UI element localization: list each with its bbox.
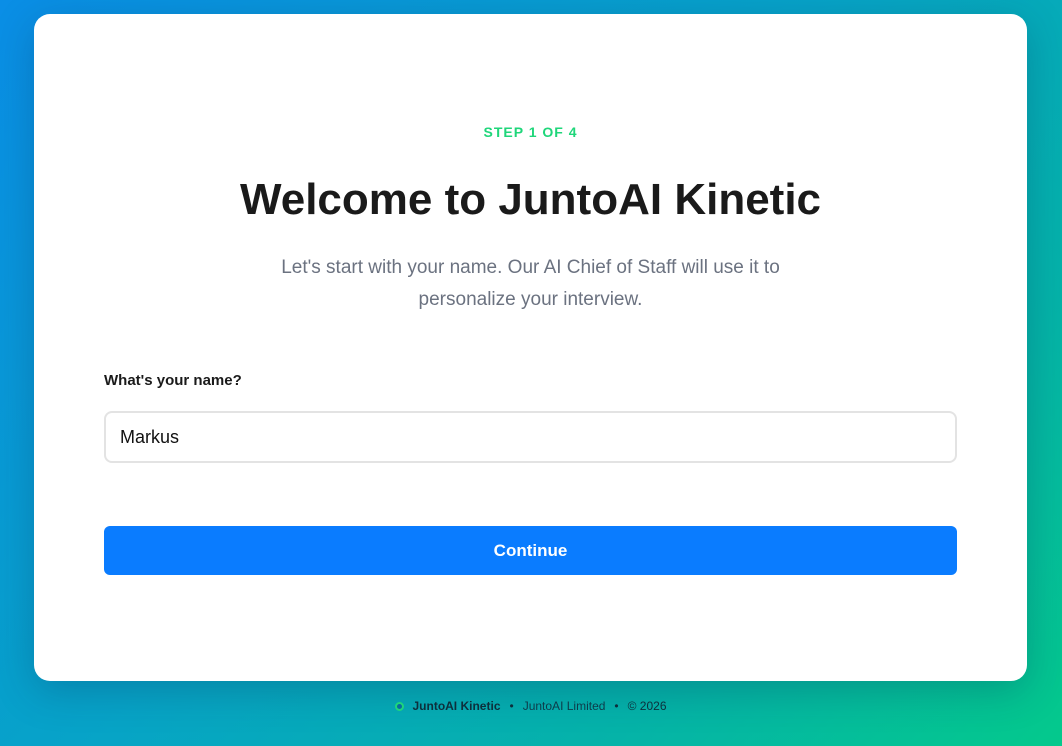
footer: JuntoAI Kinetic • JuntoAI Limited • © 20… bbox=[0, 697, 1062, 715]
continue-button[interactable]: Continue bbox=[104, 526, 957, 575]
name-label: What's your name? bbox=[104, 372, 242, 389]
page-title: Welcome to JuntoAI Kinetic bbox=[239, 175, 822, 224]
footer-copyright: © 2026 bbox=[627, 699, 667, 713]
footer-brand: JuntoAI Kinetic bbox=[412, 699, 501, 713]
onboarding-card: STEP 1 OF 4 Welcome to JuntoAI Kinetic L… bbox=[34, 14, 1027, 681]
footer-separator: • bbox=[509, 699, 514, 713]
page-subtitle: Let's start with your name. Our AI Chief… bbox=[281, 257, 780, 310]
footer-separator: • bbox=[614, 699, 619, 713]
name-input[interactable] bbox=[104, 411, 957, 463]
step-indicator: STEP 1 OF 4 bbox=[483, 124, 578, 140]
footer-company: JuntoAI Limited bbox=[522, 699, 606, 713]
circle-logo-icon bbox=[395, 701, 405, 711]
